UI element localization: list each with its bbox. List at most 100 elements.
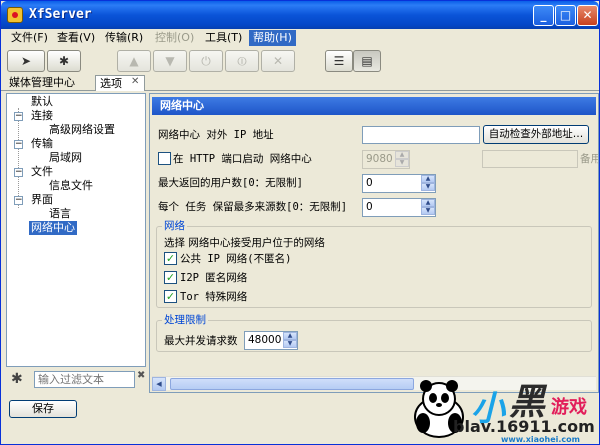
list-view-button[interactable]: ☰ <box>325 50 353 72</box>
stepper-up-icon[interactable]: ▲ <box>283 332 297 340</box>
plug-icon: ➤ <box>20 54 32 68</box>
move-down-button[interactable]: ▼ <box>153 50 187 72</box>
settings-panel: 网络中心 网络中心 对外 IP 地址 自动检查外部地址… 在 HTTP 端口启动… <box>149 93 599 393</box>
gear-icon: ✱ <box>58 54 70 68</box>
settings-tool-button[interactable]: ✱ <box>47 50 81 72</box>
http-port-stepper[interactable]: 9080 ▲ ▼ <box>362 150 410 169</box>
watermark-domain: www.xiaohei.com <box>501 435 580 444</box>
max-concurrent-label: 最大并发请求数 <box>164 335 238 347</box>
http-port-value: 9080 <box>366 153 393 165</box>
stepper-down-icon[interactable]: ▼ <box>421 207 435 215</box>
tree-collapse-icon[interactable]: − <box>14 112 23 121</box>
tree-collapse-icon[interactable]: − <box>14 168 23 177</box>
max-concurrent-value: 48000 <box>248 334 282 346</box>
network-group-title: 网络 <box>162 220 187 232</box>
menu-control[interactable]: 控制(O) <box>151 30 198 46</box>
gear-icon[interactable]: ✱ <box>11 371 23 387</box>
external-ip-input[interactable] <box>362 126 480 144</box>
tree-item-transfer[interactable]: 传输 <box>31 137 53 151</box>
panel-header: 网络中心 <box>152 97 596 115</box>
stepper-buttons: ▲ ▼ <box>421 199 435 216</box>
watermark-glyph-3: 游戏 <box>551 397 587 418</box>
pause-icon: ⏼ <box>237 54 247 68</box>
save-button[interactable]: 保存 <box>9 400 77 418</box>
site-watermark: 小 黑 游戏 blav.16911.com www.xiaohei.com <box>401 363 600 445</box>
tree-item-info-files[interactable]: 信息文件 <box>49 179 93 193</box>
http-port-label: 在 HTTP 端口启动 网络中心 <box>173 153 312 165</box>
stepper-down-icon[interactable]: ▼ <box>283 340 297 348</box>
move-up-button[interactable]: ▲ <box>117 50 151 72</box>
clear-filter-icon[interactable]: ✖ <box>137 370 145 381</box>
max-concurrent-stepper[interactable]: 48000 ▲ ▼ <box>244 331 298 350</box>
minimize-button[interactable]: _ <box>533 5 554 26</box>
menu-file[interactable]: 文件(F) <box>7 30 52 46</box>
stepper-up-icon[interactable]: ▲ <box>421 199 435 207</box>
options-tree: 默认 − 连接 高级网络设置 − 传输 局域网 − 文件 信息文件 − 界面 语… <box>6 93 146 367</box>
tree-item-advanced-network[interactable]: 高级网络设置 <box>49 123 115 137</box>
tab-options-label: 选项 <box>100 77 122 90</box>
tree-item-interface[interactable]: 界面 <box>31 193 53 207</box>
auto-detect-button[interactable]: 自动检查外部地址… <box>483 125 589 144</box>
list-icon: ☰ <box>333 54 345 68</box>
title-bar[interactable]: XfServer _ □ ✕ <box>1 1 599 29</box>
scroll-thumb[interactable] <box>170 378 414 390</box>
tree-item-network-center[interactable]: 网络中心 <box>29 221 77 235</box>
menu-bar: 文件(F) 查看(V) 传输(R) 控制(O) 工具(T) 帮助(H) <box>1 29 599 47</box>
max-users-value: 0 <box>366 177 373 189</box>
external-ip-label: 网络中心 对外 IP 地址 <box>158 129 274 141</box>
window-title: XfServer <box>29 7 92 22</box>
tree-item-connection[interactable]: 连接 <box>31 109 53 123</box>
stepper-down-icon[interactable]: ▼ <box>395 159 409 167</box>
power-button[interactable]: ⏻ <box>189 50 223 72</box>
tree-item-files[interactable]: 文件 <box>31 165 53 179</box>
max-sources-value: 0 <box>366 201 373 213</box>
tab-strip: 媒体管理中心 选项 ✕ <box>1 75 599 91</box>
menu-transfer[interactable]: 传输(R) <box>101 30 147 46</box>
stepper-up-icon[interactable]: ▲ <box>421 175 435 183</box>
tor-label: Tor 特殊网络 <box>180 291 248 303</box>
detail-view-button[interactable]: ▤ <box>353 50 381 72</box>
http-port-checkbox[interactable] <box>158 152 171 165</box>
connect-tool-button[interactable]: ➤ <box>7 50 45 72</box>
scroll-left-icon[interactable]: ◀ <box>152 377 166 391</box>
toolbar: ➤ ✱ ▲ ▼ ⏻ ⏼ ✕ ☰ ▤ <box>1 48 599 75</box>
tree-item-language[interactable]: 语言 <box>49 207 71 221</box>
tree-collapse-icon[interactable]: − <box>14 196 23 205</box>
max-users-label: 最大返回的用户数[0：无限制] <box>158 177 303 189</box>
stepper-down-icon[interactable]: ▼ <box>421 183 435 191</box>
tab-media-center[interactable]: 媒体管理中心 <box>5 75 79 91</box>
detail-list-icon: ▤ <box>361 54 373 68</box>
watermark-site: blav.16911.com <box>453 417 595 436</box>
tor-checkbox[interactable]: ✓ <box>164 290 177 303</box>
stepper-up-icon[interactable]: ▲ <box>395 151 409 159</box>
i2p-label: I2P 匿名网络 <box>180 272 248 284</box>
menu-help[interactable]: 帮助(H) <box>249 30 296 46</box>
filter-input[interactable] <box>34 371 135 388</box>
i2p-checkbox[interactable]: ✓ <box>164 271 177 284</box>
max-sources-stepper[interactable]: 0 ▲ ▼ <box>362 198 436 217</box>
backup-label: 备用 <box>580 153 599 165</box>
remove-button[interactable]: ✕ <box>261 50 295 72</box>
pause-button[interactable]: ⏼ <box>225 50 259 72</box>
stepper-buttons: ▲ ▼ <box>421 175 435 192</box>
max-sources-label: 每个 任务 保留最多来源数[0：无限制] <box>158 201 348 213</box>
power-icon: ⏻ <box>201 54 211 68</box>
x-icon: ✕ <box>272 54 284 68</box>
arrow-down-icon: ▼ <box>165 54 175 68</box>
app-icon <box>7 7 23 23</box>
maximize-button[interactable]: □ <box>555 5 576 26</box>
backup-port-input[interactable] <box>482 150 578 168</box>
tree-collapse-icon[interactable]: − <box>14 140 23 149</box>
tree-item-default[interactable]: 默认 <box>31 95 53 109</box>
public-ip-checkbox[interactable]: ✓ <box>164 252 177 265</box>
stepper-buttons: ▲ ▼ <box>283 332 297 349</box>
tree-item-lan[interactable]: 局域网 <box>49 151 82 165</box>
stepper-buttons: ▲ ▼ <box>395 151 409 168</box>
menu-tools[interactable]: 工具(T) <box>201 30 246 46</box>
public-ip-label: 公共 IP 网络(不匿名) <box>180 253 292 265</box>
close-button[interactable]: ✕ <box>577 5 598 26</box>
menu-view[interactable]: 查看(V) <box>53 30 99 46</box>
max-users-stepper[interactable]: 0 ▲ ▼ <box>362 174 436 193</box>
tab-close-icon[interactable]: ✕ <box>131 76 139 87</box>
arrow-up-icon: ▲ <box>129 54 139 68</box>
